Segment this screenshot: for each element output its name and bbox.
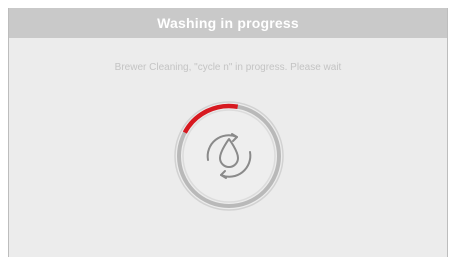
inner-disc	[182, 109, 276, 203]
title-bar: Washing in progress	[9, 8, 447, 38]
progress-ring-graphic	[174, 101, 284, 211]
status-message: Brewer Cleaning, "cycle n" in progress. …	[114, 62, 342, 73]
progress-indicator	[171, 98, 287, 214]
page-title: Washing in progress	[157, 15, 299, 31]
washing-screen: Washing in progress Brewer Cleaning, "cy…	[8, 8, 448, 257]
